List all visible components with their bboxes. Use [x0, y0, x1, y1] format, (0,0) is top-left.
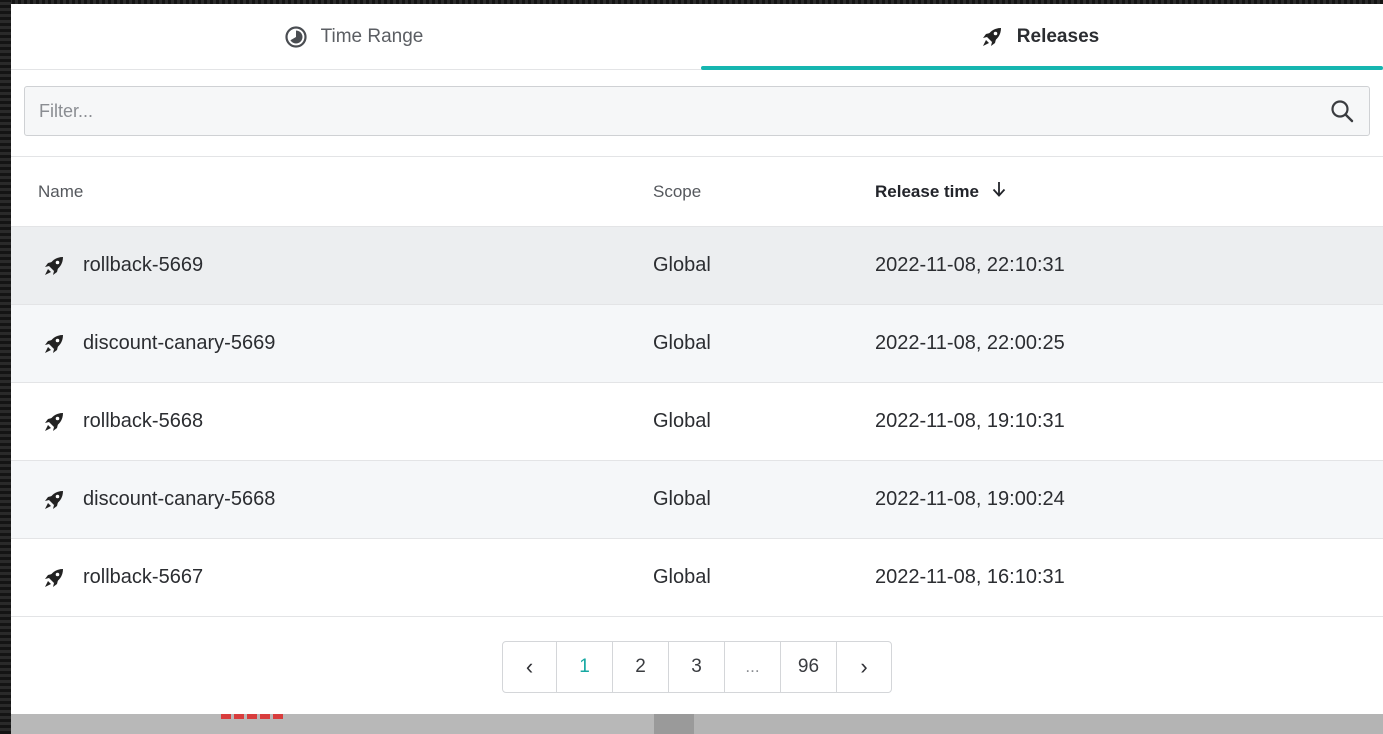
release-name: discount-canary-5668 — [83, 488, 276, 510]
rocket-icon — [981, 26, 1003, 48]
tab-time-range[interactable]: Time Range — [11, 4, 697, 69]
arrow-down-icon — [991, 180, 1007, 203]
release-name: discount-canary-5669 — [83, 332, 276, 354]
underlying-content-strip — [11, 714, 1383, 734]
release-scope: Global — [653, 566, 711, 588]
next-page-button[interactable]: › — [837, 642, 891, 692]
release-scope: Global — [653, 254, 711, 276]
pagination-container: ‹ 1 2 3 ... 96 › — [11, 617, 1383, 693]
cell-name: discount-canary-5668 — [11, 488, 653, 511]
table-row[interactable]: discount-canary-5669 Global 2022-11-08, … — [11, 305, 1383, 383]
column-header-name[interactable]: Name — [11, 182, 653, 202]
cell-name: rollback-5667 — [11, 566, 653, 589]
release-time: 2022-11-08, 22:10:31 — [875, 254, 1065, 276]
rocket-icon — [43, 411, 65, 433]
release-name: rollback-5669 — [83, 254, 204, 276]
release-name: rollback-5668 — [83, 410, 204, 432]
rocket-icon — [43, 567, 65, 589]
search-icon[interactable] — [1329, 98, 1355, 124]
last-page-button[interactable]: 96 — [781, 642, 837, 692]
strip-segment — [694, 714, 1383, 734]
rocket-icon — [43, 255, 65, 277]
release-scope: Global — [653, 488, 711, 510]
release-time: 2022-11-08, 19:00:24 — [875, 488, 1065, 510]
release-time: 2022-11-08, 19:10:31 — [875, 410, 1065, 432]
pagination-ellipsis: ... — [725, 642, 781, 692]
rocket-icon — [43, 489, 65, 511]
release-scope: Global — [653, 332, 711, 354]
filter-box — [24, 86, 1370, 136]
table-row[interactable]: rollback-5668 Global 2022-11-08, 19:10:3… — [11, 383, 1383, 461]
releases-panel: Time Range Releases Filter... Name Scope… — [11, 4, 1383, 714]
table-row[interactable]: rollback-5669 Global 2022-11-08, 22:10:3… — [11, 227, 1383, 305]
table-header: Name Scope Release time — [11, 157, 1383, 227]
release-time: 2022-11-08, 22:00:25 — [875, 332, 1065, 354]
release-name: rollback-5667 — [83, 566, 204, 588]
tab-releases-label: Releases — [1016, 25, 1100, 47]
page-1-button[interactable]: 1 — [557, 642, 613, 692]
tab-time-range-label: Time Range — [320, 25, 424, 47]
filter-input[interactable] — [39, 100, 1329, 122]
strip-segment — [11, 714, 654, 734]
column-header-release-time[interactable]: Release time — [875, 180, 1383, 203]
cell-name: rollback-5669 — [11, 254, 653, 277]
cell-name: discount-canary-5669 — [11, 332, 653, 355]
rocket-icon — [43, 333, 65, 355]
strip-marker — [221, 714, 283, 719]
table-row[interactable]: rollback-5667 Global 2022-11-08, 16:10:3… — [11, 539, 1383, 617]
page-3-button[interactable]: 3 — [669, 642, 725, 692]
table-body: rollback-5669 Global 2022-11-08, 22:10:3… — [11, 227, 1383, 617]
release-time: 2022-11-08, 16:10:31 — [875, 566, 1065, 588]
tab-bar: Time Range Releases — [11, 4, 1383, 70]
clock-half-icon — [284, 25, 307, 48]
page-2-button[interactable]: 2 — [613, 642, 669, 692]
prev-page-button[interactable]: ‹ — [503, 642, 557, 692]
release-scope: Global — [653, 410, 711, 432]
tab-releases[interactable]: Releases — [697, 4, 1383, 70]
table-row[interactable]: discount-canary-5668 Global 2022-11-08, … — [11, 461, 1383, 539]
window-frame-left — [0, 0, 11, 734]
filter-container — [11, 70, 1383, 136]
column-header-release-time-label: Release time — [875, 181, 979, 201]
column-header-scope[interactable]: Scope — [653, 182, 875, 202]
cell-name: rollback-5668 — [11, 410, 653, 433]
pagination: ‹ 1 2 3 ... 96 › — [502, 641, 892, 693]
